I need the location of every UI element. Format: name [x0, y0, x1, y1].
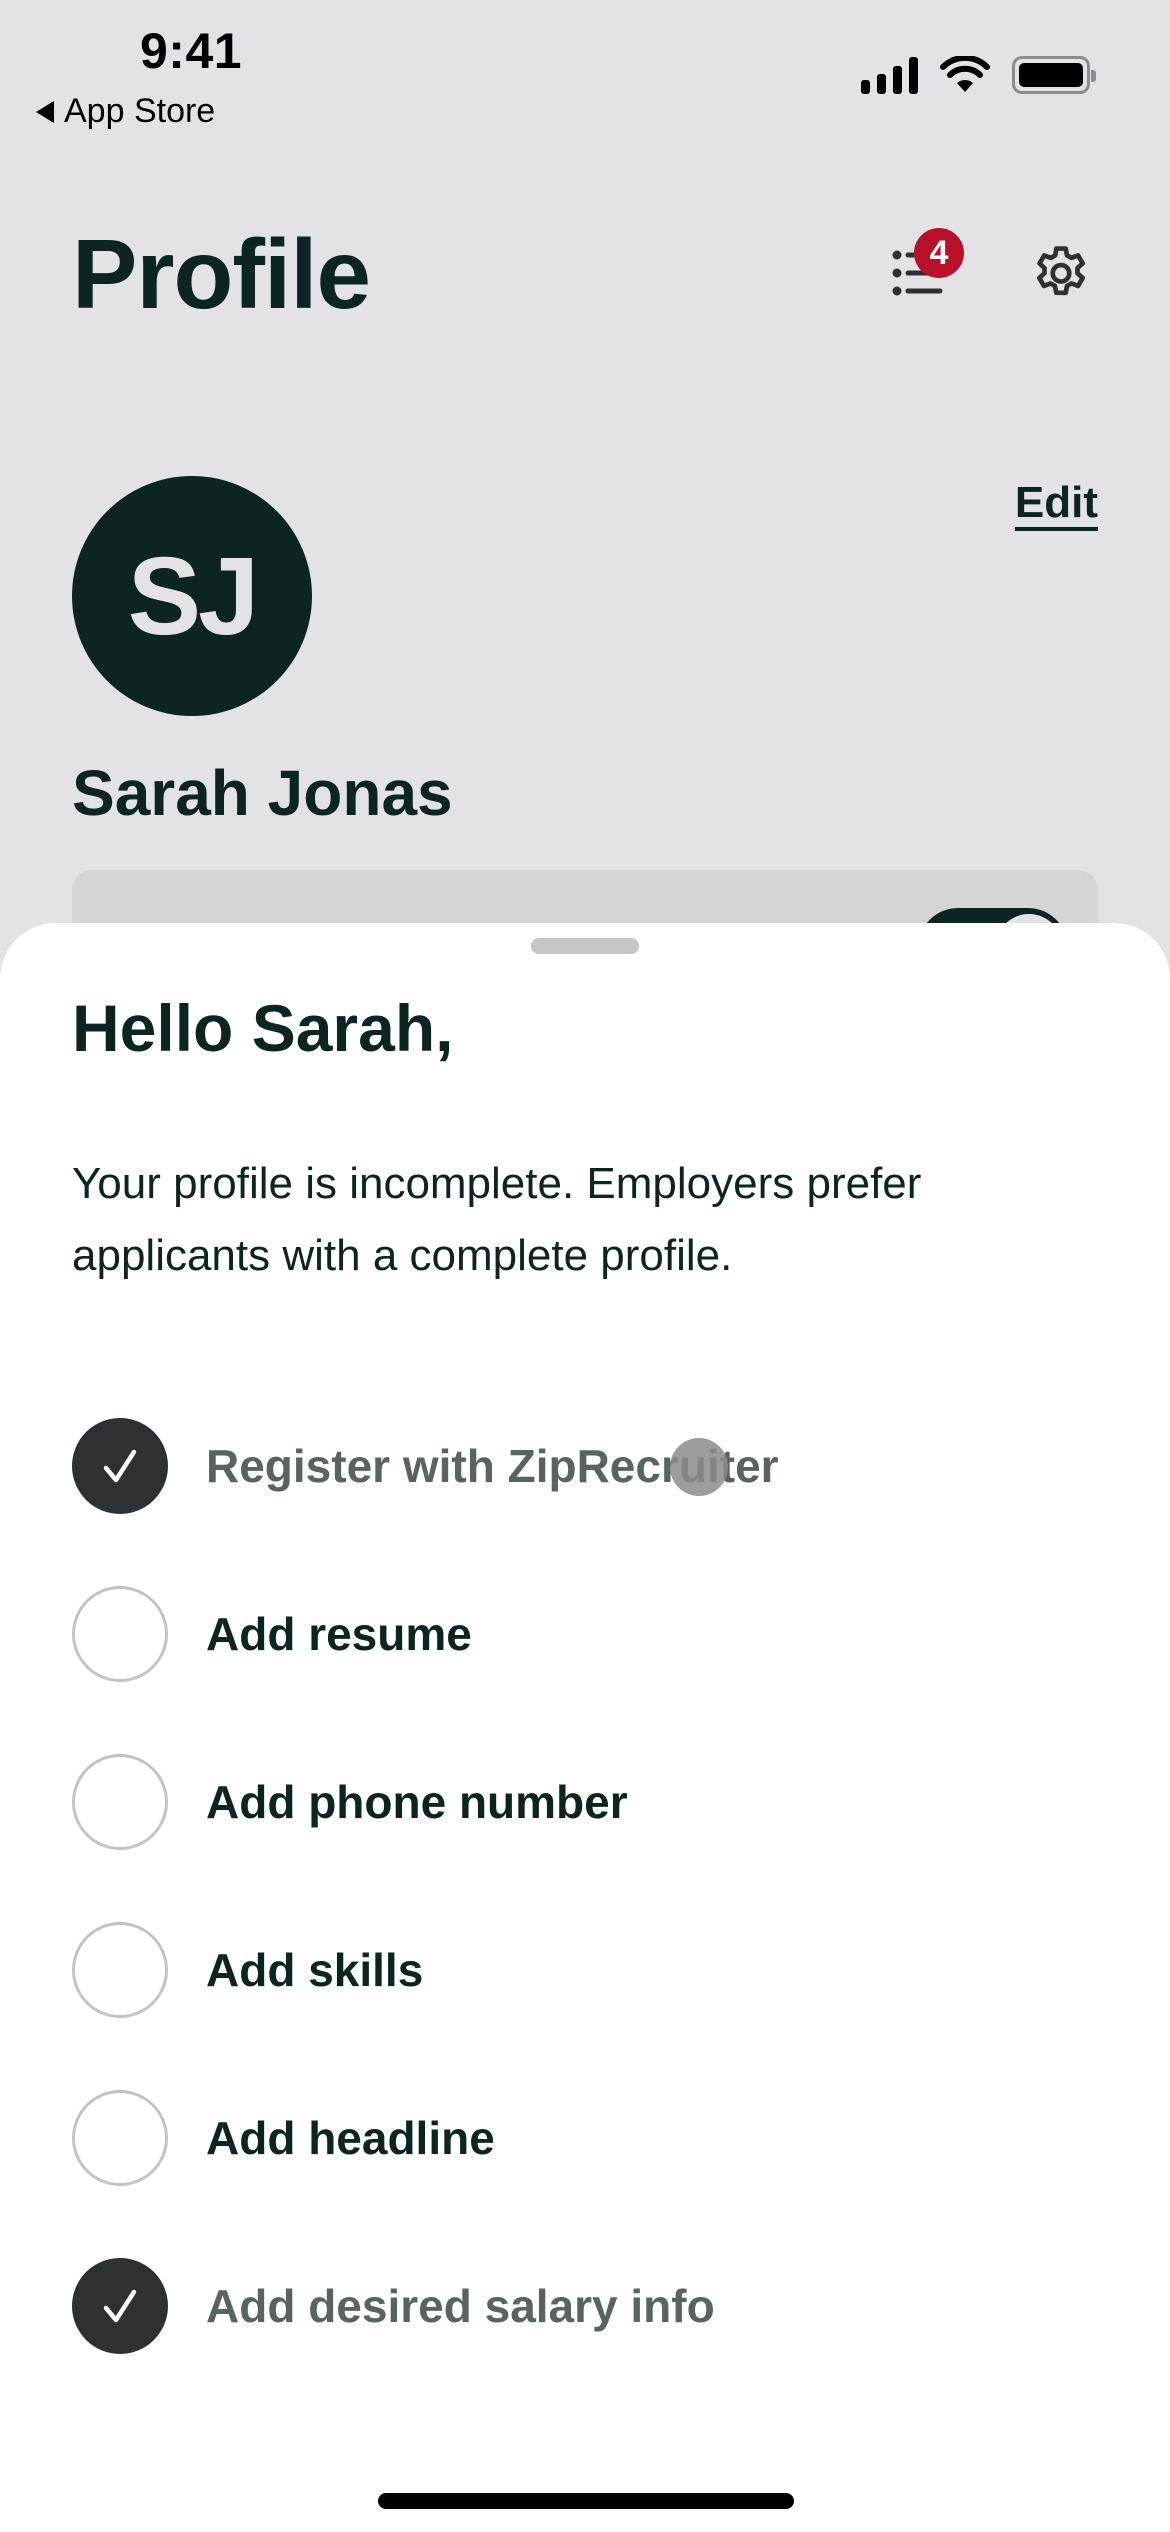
checkbox-unchecked[interactable]: [72, 1586, 168, 1682]
checklist-item-label: Add resume: [206, 1608, 472, 1660]
checklist-item[interactable]: Add desired salary info: [72, 2222, 1098, 2390]
checkbox-checked[interactable]: [72, 2258, 168, 2354]
checklist-item[interactable]: Register with ZipRecruiter: [72, 1382, 1098, 1550]
gear-icon: [1036, 246, 1086, 296]
checklist-item-label: Add skills: [206, 1944, 424, 1996]
notification-count-badge: 4: [914, 228, 964, 278]
back-label: App Store: [64, 92, 216, 130]
checkmark-icon: [103, 2289, 137, 2323]
profile-checklist: Register with ZipRecruiter Add resume Add …: [72, 1382, 1098, 2390]
cellular-signal-icon: [861, 56, 918, 94]
checklist-item[interactable]: Add phone number: [72, 1718, 1098, 1886]
status-icons: [861, 56, 1096, 94]
settings-button[interactable]: [1028, 240, 1094, 306]
checklist-item[interactable]: Add skills: [72, 1886, 1098, 2054]
sheet-grabber-handle[interactable]: [531, 938, 639, 954]
wifi-icon: [940, 56, 990, 92]
checkbox-unchecked[interactable]: [72, 1922, 168, 2018]
checklist-item-label: Add headline: [206, 2112, 495, 2164]
checklist-item[interactable]: Add resume: [72, 1550, 1098, 1718]
back-to-app-store[interactable]: App Store: [36, 92, 215, 131]
profile-name: Sarah Jonas: [72, 757, 453, 829]
sheet-description: Your profile is incomplete. Employers pr…: [72, 1159, 922, 1280]
checkbox-checked[interactable]: [72, 1418, 168, 1514]
avatar-initials: SJ: [127, 534, 260, 658]
checklist-item-label: Add phone number: [206, 1776, 628, 1828]
home-indicator[interactable]: [378, 2493, 794, 2509]
checklist-item[interactable]: Add headline: [72, 2054, 1098, 2222]
back-arrow-icon: [36, 100, 54, 123]
touch-indicator: [670, 1438, 728, 1496]
edit-profile-link[interactable]: Edit: [1015, 478, 1098, 528]
avatar: SJ: [72, 476, 312, 716]
checkbox-unchecked[interactable]: [72, 1754, 168, 1850]
checkbox-unchecked[interactable]: [72, 2090, 168, 2186]
page-title: Profile: [72, 219, 371, 329]
checklist-item-label: Add desired salary info: [206, 2280, 715, 2332]
sheet-greeting: Hello Sarah,: [72, 991, 454, 1065]
checkmark-icon: [103, 1449, 137, 1483]
status-time: 9:41: [140, 23, 243, 79]
battery-icon: [1012, 56, 1096, 94]
